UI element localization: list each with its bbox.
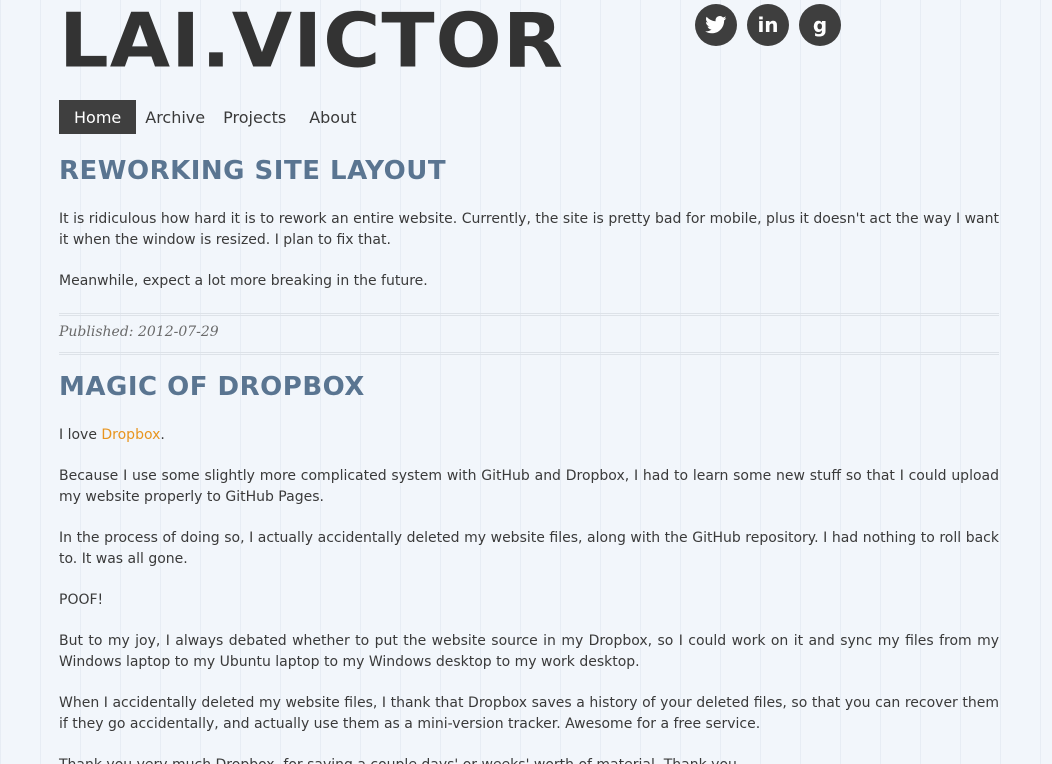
nav-item-about[interactable]: About <box>300 100 365 134</box>
linkedin-button[interactable]: in <box>747 4 789 46</box>
linkedin-icon: in <box>757 13 779 37</box>
post-paragraph: Thank you very much Dropbox, for saving … <box>59 755 999 764</box>
post-paragraph: I love Dropbox. <box>59 425 999 446</box>
site-title[interactable]: LAI.VICTOR <box>59 4 564 79</box>
post-title[interactable]: Reworking Site Layout <box>59 156 446 186</box>
intro-suffix: . <box>160 427 165 443</box>
published-date: Published: 2012-07-29 <box>59 324 219 340</box>
post-paragraph: But to my joy, I always debated whether … <box>59 633 999 670</box>
post-title[interactable]: Magic of Dropbox <box>59 372 365 402</box>
post-paragraph: Meanwhile, expect a lot more breaking in… <box>59 273 428 289</box>
post-body: I love Dropbox. Because I use some sligh… <box>59 425 999 764</box>
twitter-button[interactable] <box>695 4 737 46</box>
nav-item-archive[interactable]: Archive <box>136 100 214 134</box>
post-paragraph: In the process of doing so, I actually a… <box>59 530 999 567</box>
post-paragraph: Because I use some slightly more complic… <box>59 468 999 505</box>
social-links: in g <box>695 4 841 46</box>
post-paragraph: POOF! <box>59 592 104 608</box>
nav-item-projects[interactable]: Projects <box>214 100 295 134</box>
post-paragraph: When I accidentally deleted my website f… <box>59 695 999 732</box>
twitter-icon <box>705 16 727 34</box>
main-nav: Home Archive Projects About <box>59 100 366 134</box>
published-divider: Published: 2012-07-29 <box>59 313 999 355</box>
google-button[interactable]: g <box>799 4 841 46</box>
dropbox-link[interactable]: Dropbox <box>101 427 160 443</box>
intro-text: I love <box>59 427 102 443</box>
post-body: It is ridiculous how hard it is to rewor… <box>59 209 999 292</box>
post-paragraph: It is ridiculous how hard it is to rewor… <box>59 211 999 248</box>
google-icon: g <box>812 13 828 37</box>
nav-item-home[interactable]: Home <box>59 100 137 134</box>
